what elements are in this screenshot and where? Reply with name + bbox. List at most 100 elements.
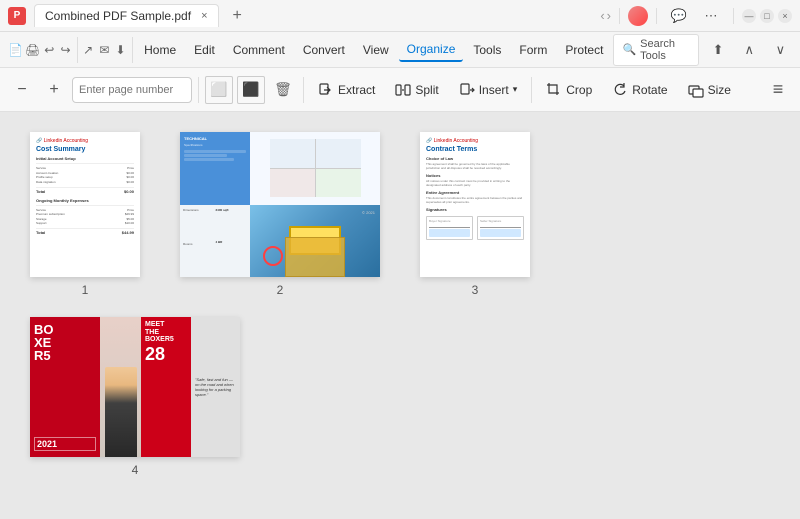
menu-protect[interactable]: Protect <box>557 39 611 61</box>
page3-text1: This agreement shall be governed by the … <box>426 162 524 170</box>
menu-organize[interactable]: Organize <box>399 38 464 62</box>
extract-label: Extract <box>338 83 375 97</box>
arch-blue-sidebar: TECHNICAL Specifications <box>180 132 250 205</box>
page-thumb-1: 🔗 Linkedin Accounting Cost Summary Initi… <box>30 132 140 297</box>
zoom-in-button[interactable]: + <box>40 76 68 104</box>
profile-icon[interactable] <box>628 6 648 26</box>
page3-section3: Entire Agreement <box>426 190 524 195</box>
page4-number: 28 <box>145 344 187 365</box>
maximize-button[interactable]: □ <box>760 9 774 23</box>
page4-headline: MEETTHEBOXER5 <box>145 321 187 344</box>
page3-signatures: Buyer Signature Seller Signature <box>426 216 524 240</box>
split-button[interactable]: Split <box>387 78 446 102</box>
more-tools-button[interactable]: ≡ <box>764 76 792 104</box>
print-icon[interactable]: 🖨 <box>25 36 40 64</box>
title-bar: P Combined PDF Sample.pdf × + ‹ › 💬 ⋯ — … <box>0 0 800 32</box>
search-tools-button[interactable]: 🔍 Search Tools <box>613 34 698 66</box>
nav-arrows: ‹ › <box>600 8 611 23</box>
arch-floor-plan <box>250 132 380 205</box>
new-tab-button[interactable]: + <box>233 7 242 25</box>
close-button[interactable]: × <box>778 9 792 23</box>
page-card-4[interactable]: BOXER5 2021 MEETTHEBOXER5 28 "Safe, fast… <box>30 317 240 457</box>
file-icon[interactable]: 📄 <box>8 36 23 64</box>
crop-label: Crop <box>566 83 592 97</box>
page4-quote-section: "Safe, fast and fun — on the road and wh… <box>191 317 240 457</box>
menu-bar: 📄 🖨 ↩ ↪ ↗ ✉ ⬇ Home Edit Comment Convert … <box>0 32 800 68</box>
menu-tools[interactable]: Tools <box>465 39 509 61</box>
rotate-label: Rotate <box>632 83 667 97</box>
share-icon[interactable]: ↗ <box>81 36 95 64</box>
menu-convert[interactable]: Convert <box>295 39 353 61</box>
page1-section2: Ongoing Monthly Expenses <box>36 198 134 203</box>
nav-down-icon[interactable]: ∨ <box>769 36 792 64</box>
delete-page-icon[interactable]: 🗑 <box>269 76 297 104</box>
download-icon[interactable]: ⬇ <box>113 36 127 64</box>
size-button[interactable]: Size <box>680 78 739 102</box>
page-thumb-3: 🔗 Linkedin Accounting Contract Terms Cho… <box>420 132 530 297</box>
tab-close-button[interactable]: × <box>201 10 207 22</box>
minimize-button[interactable]: — <box>742 9 756 23</box>
zoom-out-button[interactable]: − <box>8 76 36 104</box>
insert-button[interactable]: Insert ▾ <box>451 78 526 102</box>
menu-form[interactable]: Form <box>511 39 555 61</box>
pages-row-1: 🔗 Linkedin Accounting Cost Summary Initi… <box>30 132 770 297</box>
page3-text3: This document constitutes the entire agr… <box>426 196 524 204</box>
arch-photo: © 2021 <box>250 205 380 278</box>
undo-icon[interactable]: ↩ <box>42 36 56 64</box>
document-title: Combined PDF Sample.pdf <box>45 9 191 23</box>
page-card-1[interactable]: 🔗 Linkedin Accounting Cost Summary Initi… <box>30 132 140 277</box>
page-layout-icon2[interactable]: ⬛ <box>237 76 265 104</box>
page3-section2: Notices <box>426 173 524 178</box>
window-controls: ‹ › 💬 ⋯ — □ × <box>600 2 792 30</box>
size-label: Size <box>708 83 731 97</box>
insert-dropdown-icon: ▾ <box>513 84 518 95</box>
page3-brand: 🔗 Linkedin Accounting <box>426 138 524 144</box>
toolbar: − + ⬜ ⬛ 🗑 Extract Split Insert ▾ <box>0 68 800 112</box>
page-number-2: 2 <box>277 283 284 297</box>
app-icon: P <box>8 7 26 25</box>
menu-view[interactable]: View <box>355 39 397 61</box>
arch-specs-panel: Dimensions 2400 sqft Rooms 4 BR <box>180 205 250 278</box>
page4-boxer-section: BOXER5 2021 <box>30 317 100 457</box>
page1-section1: Initial Account Setup <box>36 156 134 161</box>
page3-title: Contract Terms <box>426 146 524 153</box>
page4-boxer-label: BOXER5 <box>34 323 96 362</box>
redo-icon[interactable]: ↪ <box>58 36 72 64</box>
page4-quote-text: "Safe, fast and fun — on the road and wh… <box>195 377 236 397</box>
architecture-visual: TECHNICAL Specifications <box>180 132 380 277</box>
page-thumb-2: TECHNICAL Specifications <box>180 132 380 297</box>
size-icon <box>688 82 704 98</box>
extract-button[interactable]: Extract <box>310 78 383 102</box>
page-card-3[interactable]: 🔗 Linkedin Accounting Contract Terms Cho… <box>420 132 530 277</box>
chat-icon[interactable]: 💬 <box>665 2 693 30</box>
nav-back[interactable]: ‹ <box>600 8 604 23</box>
page-number-3: 3 <box>472 283 479 297</box>
page4-meet-section: MEETTHEBOXER5 28 <box>141 317 191 457</box>
title-bar-left: P Combined PDF Sample.pdf × + <box>8 4 600 27</box>
page1-table1: ServicePrice Account creation$0.00 Profi… <box>36 166 134 184</box>
crop-button[interactable]: Crop <box>538 78 600 102</box>
pages-row-2: BOXER5 2021 MEETTHEBOXER5 28 "Safe, fast… <box>30 317 770 477</box>
rotate-icon <box>612 82 628 98</box>
page4-year: 2021 <box>34 437 96 451</box>
rotate-button[interactable]: Rotate <box>604 78 675 102</box>
page-number-input[interactable] <box>72 77 192 103</box>
menu-dots-icon[interactable]: ⋯ <box>697 2 725 30</box>
nav-up-icon[interactable]: ∧ <box>738 36 761 64</box>
nav-forward[interactable]: › <box>607 8 611 23</box>
insert-icon <box>459 82 475 98</box>
menu-home[interactable]: Home <box>136 39 184 61</box>
page-card-2[interactable]: TECHNICAL Specifications <box>180 132 380 277</box>
page3-text2: All notices under this contract must be … <box>426 179 524 187</box>
page1-title: Cost Summary <box>36 146 134 153</box>
page-number-4: 4 <box>132 463 139 477</box>
upload-icon[interactable]: ⬆ <box>707 36 730 64</box>
search-tools-area: 🔍 Search Tools ⬆ ∧ ∨ <box>613 34 792 66</box>
menu-edit[interactable]: Edit <box>186 39 223 61</box>
page-number-1: 1 <box>82 283 89 297</box>
page4-person-image <box>100 317 141 457</box>
page-layout-icon1[interactable]: ⬜ <box>205 76 233 104</box>
menu-comment[interactable]: Comment <box>225 39 293 61</box>
email-icon[interactable]: ✉ <box>97 36 111 64</box>
page-thumb-4: BOXER5 2021 MEETTHEBOXER5 28 "Safe, fast… <box>30 317 240 477</box>
